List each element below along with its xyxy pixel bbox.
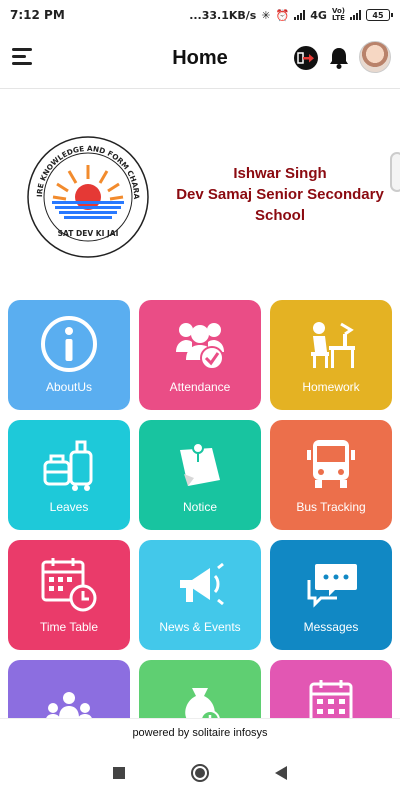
bus-icon bbox=[307, 440, 355, 488]
signal-icon-2 bbox=[350, 10, 361, 20]
status-time: 7:12 PM bbox=[10, 8, 65, 22]
tile-attendance[interactable]: Attendance bbox=[139, 300, 261, 410]
volte-bottom: LTE bbox=[332, 14, 345, 22]
logout-icon[interactable] bbox=[294, 46, 318, 70]
tile-time-table[interactable]: Time Table bbox=[8, 540, 130, 650]
alarm-icon: ⏰ bbox=[275, 8, 290, 22]
tile-leaves[interactable]: Leaves bbox=[8, 420, 130, 530]
notification-bell-icon[interactable] bbox=[328, 46, 350, 70]
tile-about-us[interactable]: AboutUs bbox=[8, 300, 130, 410]
menu-icon[interactable] bbox=[12, 48, 34, 68]
home-screen: 7:12 PM ...33.1KB/s ✳ ⏰ 4G Vo) LTE 45 Hom… bbox=[0, 0, 400, 800]
calendar-clock-icon bbox=[41, 558, 97, 612]
status-indicators: ...33.1KB/s ✳ ⏰ 4G Vo) LTE 45 bbox=[189, 8, 393, 22]
tile-messages[interactable]: Messages bbox=[270, 540, 392, 650]
school-name: Ishwar Singh Dev Samaj Senior Secondary … bbox=[160, 163, 400, 226]
tile-label: AboutUs bbox=[45, 380, 93, 394]
tile-label: Time Table bbox=[39, 620, 99, 634]
chat-bubbles-icon bbox=[307, 564, 357, 608]
network-type: 4G bbox=[310, 8, 327, 22]
tile-label: Notice bbox=[182, 500, 217, 514]
school-logo: ACQUIRE KNOWLEDGE AND FORM CHARACTER SAT… bbox=[26, 135, 149, 258]
tile-label: Homework bbox=[302, 380, 360, 394]
info-icon bbox=[41, 316, 97, 372]
pinned-note-icon bbox=[180, 442, 220, 486]
status-bar: 7:12 PM ...33.1KB/s ✳ ⏰ 4G Vo) LTE 45 bbox=[0, 0, 400, 30]
school-name-line2: Dev Samaj Senior Secondary bbox=[176, 186, 384, 203]
school-name-line3: School bbox=[254, 207, 305, 224]
back-button[interactable] bbox=[275, 766, 287, 780]
battery-icon: 45 bbox=[366, 9, 393, 21]
app-header: Home bbox=[0, 30, 400, 86]
school-name-line1: Ishwar Singh bbox=[233, 165, 327, 182]
page-title: Home bbox=[172, 46, 228, 69]
tile-label: Attendance bbox=[169, 380, 231, 394]
home-button[interactable] bbox=[191, 764, 209, 782]
signal-icon bbox=[294, 10, 306, 20]
tile-news-events[interactable]: News & Events bbox=[139, 540, 261, 650]
tile-notice[interactable]: Notice bbox=[139, 420, 261, 530]
luggage-icon bbox=[43, 440, 93, 491]
user-avatar[interactable] bbox=[359, 41, 391, 73]
bluetooth-icon: ✳ bbox=[261, 8, 271, 22]
student-desk-icon bbox=[311, 322, 355, 368]
megaphone-icon bbox=[180, 562, 224, 606]
scroll-handle[interactable] bbox=[390, 152, 400, 192]
system-nav-bar bbox=[0, 746, 400, 800]
recents-button[interactable] bbox=[113, 767, 125, 779]
tile-bus-tracking[interactable]: Bus Tracking bbox=[270, 420, 392, 530]
tile-label: Leaves bbox=[49, 500, 89, 514]
network-speed: ...33.1KB/s bbox=[189, 8, 257, 22]
powered-by-text: powered by solitaire infosys bbox=[132, 726, 268, 739]
battery-level: 45 bbox=[372, 10, 384, 20]
attendance-group-icon bbox=[176, 323, 224, 370]
tile-homework[interactable]: Homework bbox=[270, 300, 392, 410]
powered-by-footer: powered by solitaire infosys bbox=[0, 718, 400, 746]
tile-label: Bus Tracking bbox=[296, 500, 366, 514]
logo-motto-bottom: SAT DEV KI JAI bbox=[58, 229, 119, 238]
tile-label: Messages bbox=[303, 620, 359, 634]
volte-indicator: Vo) LTE bbox=[332, 8, 345, 22]
header-divider bbox=[0, 88, 400, 89]
tile-label: News & Events bbox=[159, 620, 241, 634]
